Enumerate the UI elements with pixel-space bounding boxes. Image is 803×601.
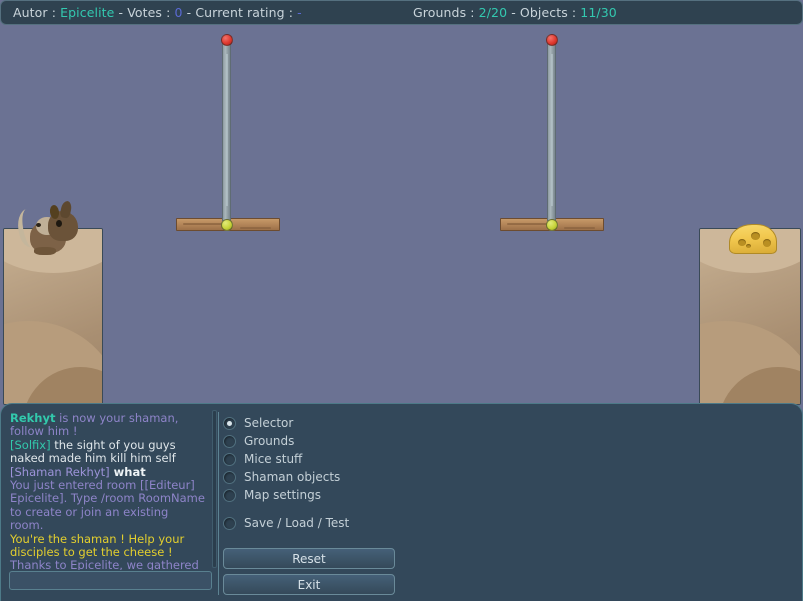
yellow-pivot-joint[interactable] — [546, 219, 558, 231]
stone-pole-object[interactable] — [222, 39, 231, 221]
exit-button[interactable]: Exit — [223, 574, 395, 595]
radio-icon[interactable] — [223, 516, 236, 530]
tool-option-mice-stuff[interactable]: Mice stuff — [223, 450, 302, 468]
tool-option-label: Grounds — [244, 434, 295, 448]
rating-label: Current rating : — [195, 5, 298, 20]
votes-value: 0 — [174, 5, 183, 20]
cheese-sprite[interactable] — [729, 224, 777, 254]
reset-button[interactable]: Reset — [223, 548, 395, 569]
chat-author: [Shaman Rekhyt] — [10, 464, 110, 479]
chat-input[interactable] — [9, 571, 212, 590]
map-counters: Grounds : 2/20 - Objects : 11/30 — [413, 5, 617, 20]
mouse-sprite[interactable] — [13, 200, 82, 255]
tool-option-grounds[interactable]: Grounds — [223, 432, 294, 450]
grounds-label: Grounds : — [413, 5, 479, 20]
cheese-hole — [763, 239, 771, 247]
chat-author: [Solfix] — [10, 437, 51, 452]
chat-text: You're the shaman ! Help your disciples … — [10, 531, 185, 560]
chat-author: Rekhyt — [10, 411, 56, 425]
radio-icon[interactable] — [223, 452, 236, 466]
ground-block-right[interactable] — [699, 228, 801, 405]
radio-icon[interactable] — [223, 434, 236, 448]
red-anchor-joint[interactable] — [221, 34, 233, 46]
radio-icon[interactable] — [223, 470, 236, 484]
mouse-foot — [34, 247, 56, 255]
mouse-nose — [36, 223, 41, 227]
tool-option-selector[interactable]: Selector — [223, 414, 293, 432]
tool-option-map-settings[interactable]: Map settings — [223, 486, 321, 504]
tool-option-label: Selector — [244, 416, 294, 430]
author-label: Autor : — [13, 5, 61, 20]
chat-line: Rekhyt is now your shaman, follow him ! — [10, 411, 205, 439]
separator-3: - — [507, 5, 520, 20]
tool-option-label: Map settings — [244, 488, 321, 502]
chat-text: You just entered room [[Editeur] Epiceli… — [10, 478, 205, 533]
pole-highlight — [551, 54, 553, 206]
chat-line: You just entered room [[Editeur] Epiceli… — [10, 478, 205, 533]
chat-text: what — [109, 464, 146, 479]
cheese-hole — [746, 244, 751, 248]
author-info: Autor : Epicelite - Votes : 0 - Current … — [13, 5, 302, 20]
yellow-pivot-joint[interactable] — [221, 219, 233, 231]
red-anchor-joint[interactable] — [546, 34, 558, 46]
cheese-hole — [751, 232, 760, 240]
tool-option-shaman-objects[interactable]: Shaman objects — [223, 468, 340, 486]
cheese-hole — [738, 239, 746, 246]
chat-line: [Solfix] the sight of you guys naked mad… — [10, 437, 205, 466]
chat-text: Thanks to Epicelite, we gathered 0 chees… — [10, 558, 199, 570]
panel-divider — [218, 412, 219, 595]
chat-log[interactable]: Rekhyt is now your shaman, follow him ! … — [5, 408, 210, 570]
radio-icon[interactable] — [223, 488, 236, 502]
stone-pole-object[interactable] — [547, 39, 556, 221]
tool-option-label: Mice stuff — [244, 452, 303, 466]
rating-value: - — [297, 5, 302, 20]
chat-line: [Shaman Rekhyt] what — [10, 464, 205, 479]
objects-value: 11/30 — [580, 5, 617, 20]
tool-option-save-load-test[interactable]: Save / Load / Test — [223, 514, 349, 532]
tool-option-label: Shaman objects — [244, 470, 341, 484]
chat-scrollbar[interactable] — [212, 410, 217, 568]
chat-line: Thanks to Epicelite, we gathered 0 chees… — [10, 559, 205, 570]
votes-label: Votes : — [127, 5, 175, 20]
chat-line: You're the shaman ! Help your disciples … — [10, 531, 205, 560]
map-editor-canvas[interactable] — [0, 25, 803, 405]
separator-2: - — [182, 5, 196, 20]
grounds-value: 2/20 — [478, 5, 508, 20]
separator-1: - — [114, 5, 128, 20]
author-name: Epicelite — [60, 5, 115, 20]
mouse-eye — [56, 220, 62, 227]
objects-label: Objects : — [519, 5, 581, 20]
tool-option-label: Save / Load / Test — [244, 516, 350, 530]
pole-highlight — [226, 54, 228, 206]
radio-icon[interactable] — [223, 416, 236, 430]
map-info-bar: Autor : Epicelite - Votes : 0 - Current … — [0, 0, 803, 25]
